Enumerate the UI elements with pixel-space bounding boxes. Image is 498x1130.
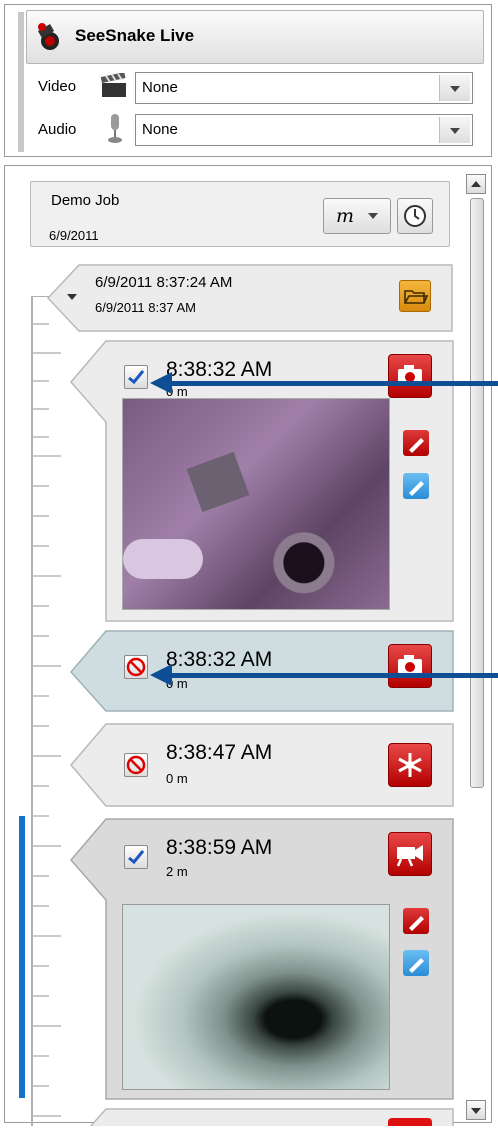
app-title: SeeSnake Live (75, 26, 195, 45)
edit-red-icon[interactable] (403, 430, 429, 456)
scroll-down-button[interactable] (466, 1100, 486, 1120)
arrow-line (170, 673, 498, 678)
entry-card[interactable]: 8:38:59 AM 2 m (70, 818, 454, 1100)
vertical-scrollbar[interactable] (466, 174, 488, 1120)
job-date: 6/9/2011 (49, 228, 99, 243)
clapperboard-icon (100, 72, 128, 99)
session-header[interactable]: 6/9/2011 8:37:24 AM 6/9/2011 8:37 AM (47, 264, 453, 332)
arrow-head (150, 664, 172, 686)
snapshot-hand (123, 539, 203, 579)
unit-select[interactable]: m (323, 198, 391, 234)
entry-distance: 2 m (166, 864, 188, 879)
scroll-up-button[interactable] (466, 174, 486, 194)
partial-red-button[interactable] (388, 1118, 432, 1126)
session-start: 6/9/2011 8:37:24 AM (95, 274, 233, 291)
entry-distance: 0 m (166, 771, 188, 786)
timeline-ruler (31, 295, 61, 1126)
entry-checkbox[interactable] (124, 655, 148, 679)
folder-icon[interactable] (399, 280, 431, 312)
annotation-arrow (150, 372, 498, 396)
video-thumbnail[interactable] (122, 904, 390, 1090)
clock-icon (403, 204, 427, 232)
job-name: Demo Job (51, 192, 120, 209)
chevron-down-icon[interactable] (439, 75, 470, 101)
marker-button[interactable] (388, 743, 432, 787)
video-camera-button[interactable] (388, 832, 432, 876)
snapshot-object (186, 451, 250, 513)
edit-blue-icon[interactable] (403, 473, 429, 499)
audio-label: Audio (38, 121, 77, 138)
entry-card[interactable]: 8:38:47 AM 0 m (70, 723, 454, 807)
collapse-triangle-icon[interactable] (67, 294, 77, 300)
entry-time: 8:38:59 AM (166, 836, 273, 859)
entry-checkbox[interactable] (124, 753, 148, 777)
unit-value: m (336, 205, 355, 227)
entry-checkbox[interactable] (124, 365, 148, 389)
edit-red-icon[interactable] (403, 908, 429, 934)
entry-card-partial[interactable] (70, 1108, 454, 1126)
video-source-value: None (142, 79, 178, 96)
snapshot-thumbnail[interactable] (122, 398, 390, 610)
chevron-down-icon[interactable] (439, 117, 470, 143)
clock-button[interactable] (397, 198, 433, 234)
video-label: Video (38, 78, 77, 95)
session-start-short: 6/9/2011 8:37 AM (95, 300, 196, 315)
entry-checkbox[interactable] (124, 845, 148, 869)
seesnake-logo-icon (35, 21, 63, 51)
timeline-active-bar (19, 816, 25, 1098)
audio-source-value: None (142, 121, 178, 138)
annotation-arrow (150, 664, 498, 688)
microphone-icon (106, 112, 124, 144)
edit-blue-icon[interactable] (403, 950, 429, 976)
panel-strip (18, 12, 24, 152)
app-title-bar: SeeSnake Live (26, 10, 484, 64)
entry-time: 8:38:47 AM (166, 741, 273, 764)
audio-source-select[interactable]: None (135, 114, 473, 146)
video-source-select[interactable]: None (135, 72, 473, 104)
arrow-head (150, 372, 172, 394)
arrow-line (170, 381, 498, 386)
chevron-down-icon (368, 213, 378, 219)
job-header[interactable]: Demo Job 6/9/2011 m (30, 181, 450, 247)
scroll-thumb[interactable] (470, 198, 484, 788)
